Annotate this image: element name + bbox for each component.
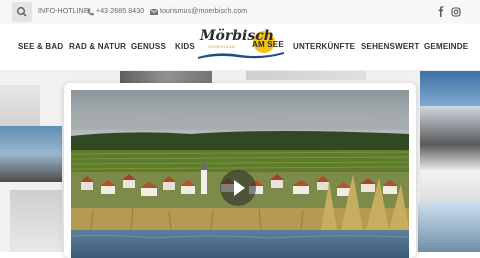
nav-item-rad-natur[interactable]: RAD & NATUR xyxy=(69,42,126,51)
logo-suffix: AM SEE xyxy=(252,40,284,49)
envelope-icon xyxy=(150,9,158,15)
logo-tagline: GEMEINSAM xyxy=(208,44,236,49)
lake-wave-icon xyxy=(198,52,284,59)
nav-item-genuss[interactable]: GENUSS xyxy=(131,42,166,51)
main-navigation: SEE & BAD RAD & NATUR GENUSS KIDS Mörbis… xyxy=(0,24,480,71)
search-icon xyxy=(17,7,27,17)
collage-image xyxy=(10,190,62,252)
collage-image xyxy=(120,70,212,84)
collage-image xyxy=(0,85,40,127)
phone-link[interactable]: +43 2685 8430 xyxy=(96,8,144,15)
play-button[interactable] xyxy=(220,170,256,206)
hotline-label: INFO-HOTLINE xyxy=(38,8,89,15)
collage-image xyxy=(420,170,480,202)
instagram-icon[interactable] xyxy=(451,6,461,18)
collage-image xyxy=(0,126,62,182)
collage-image xyxy=(418,202,480,252)
collage-image xyxy=(246,70,366,80)
phone-icon xyxy=(87,8,94,16)
search-button[interactable] xyxy=(12,2,32,22)
site-logo[interactable]: Mörbisch GEMEINSAM AM SEE xyxy=(194,28,286,66)
facebook-icon[interactable] xyxy=(436,6,446,18)
nav-item-sehenswert[interactable]: SEHENSWERT xyxy=(361,42,419,51)
info-bar: INFO-HOTLINE +43 2685 8430 tourismus@moe… xyxy=(0,0,480,25)
nav-item-see-bad[interactable]: SEE & BAD xyxy=(18,42,63,51)
nav-item-kids[interactable]: KIDS xyxy=(175,42,195,51)
nav-item-gemeinde[interactable]: GEMEINDE xyxy=(424,42,468,51)
email-link[interactable]: tourismus@moerbisch.com xyxy=(160,8,247,15)
collage-image xyxy=(420,70,480,106)
nav-item-unterkuenfte[interactable]: UNTERKÜNFTE xyxy=(293,42,355,51)
collage-image xyxy=(420,106,480,170)
